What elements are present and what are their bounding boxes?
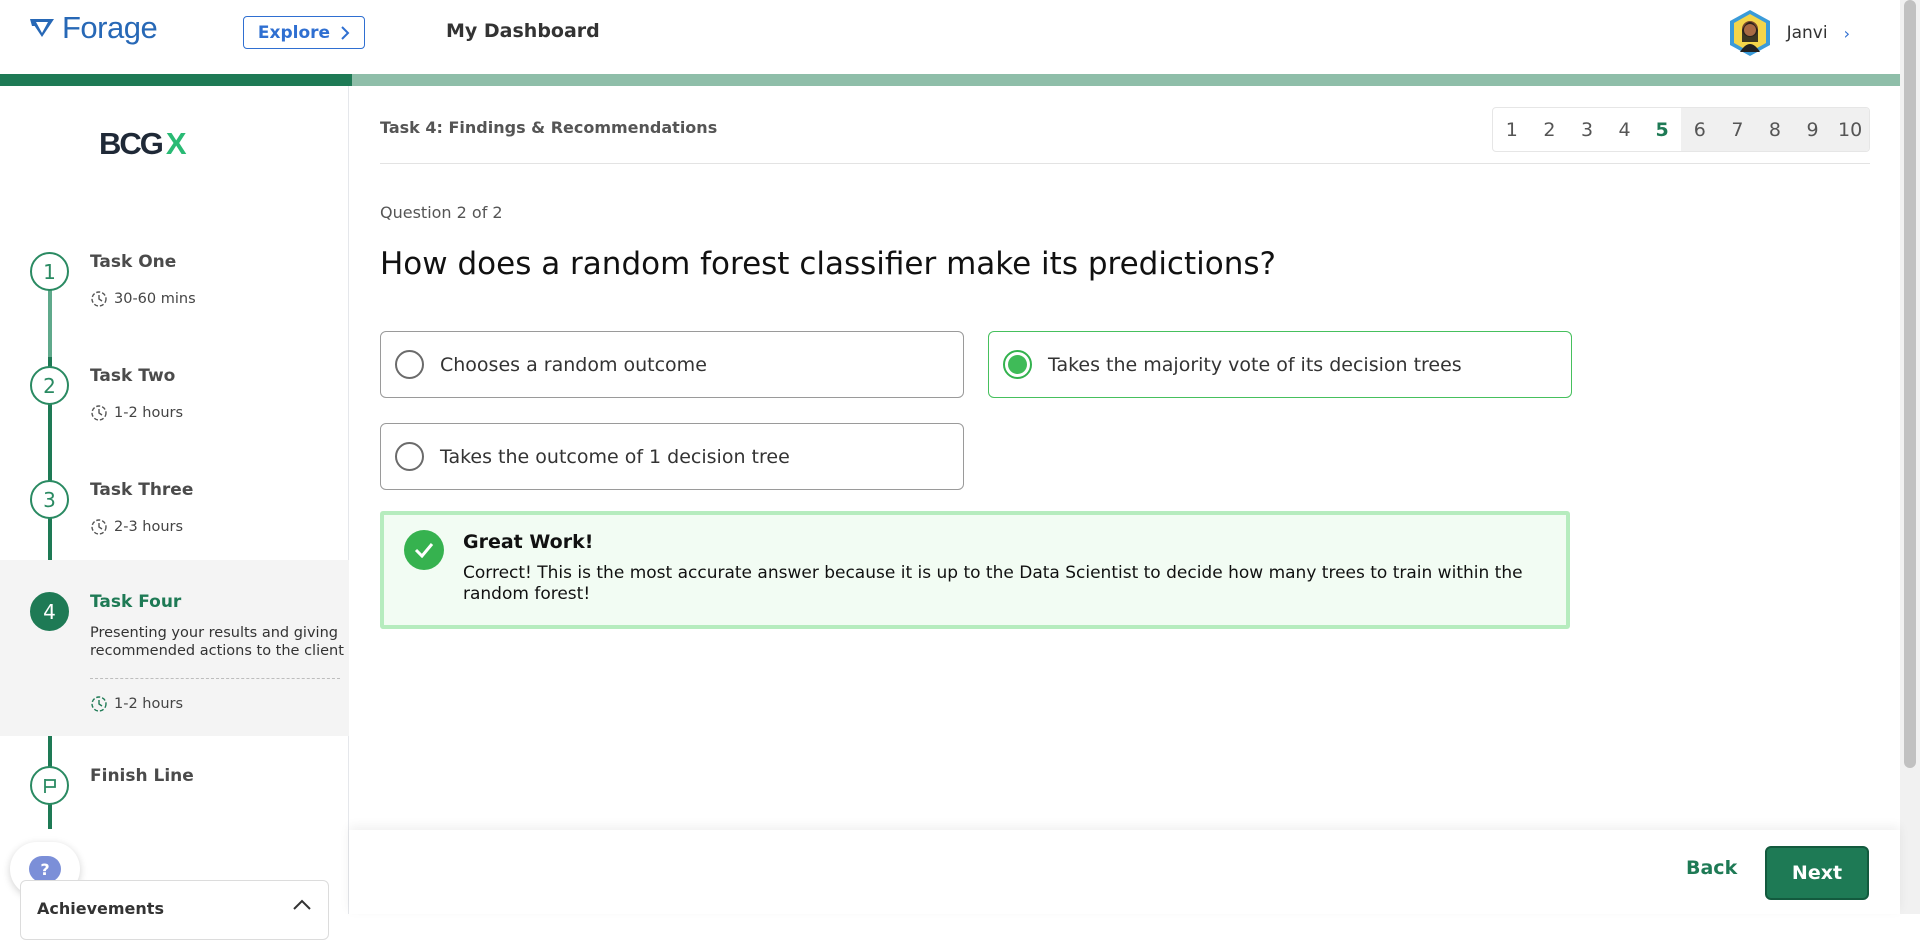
sidebar-item-task-four[interactable]: 4 Task Four Presenting your results and … (0, 560, 349, 736)
radio-button[interactable] (1003, 350, 1032, 379)
explore-button[interactable]: Explore (243, 16, 365, 49)
sidebar-item-task-two[interactable]: 2 Task Two 1-2 hours (0, 350, 349, 460)
task-number-badge: 1 (30, 252, 69, 291)
chevron-up-icon (293, 899, 311, 910)
course-progress-bar (0, 74, 1900, 86)
page-2-button[interactable]: 2 (1531, 108, 1569, 151)
explore-button-label: Explore (257, 22, 331, 43)
answer-option-2[interactable]: Takes the majority vote of its decision … (988, 331, 1572, 398)
timer-icon (91, 291, 107, 307)
task-name: Task Three (90, 480, 194, 500)
task-name: Task Two (90, 366, 176, 386)
task-duration: 30-60 mins (90, 290, 196, 308)
page-1-button[interactable]: 1 (1493, 108, 1531, 151)
task-duration-text: 1-2 hours (114, 696, 184, 712)
chevron-right-icon (341, 25, 350, 40)
user-menu[interactable]: Janvi › (1725, 8, 1850, 58)
sidebar-item-finish-line[interactable]: Finish Line (0, 746, 349, 816)
help-chat-icon: ? (29, 856, 61, 882)
flag-icon (43, 778, 56, 793)
flag-badge (30, 766, 69, 805)
radio-button[interactable] (395, 442, 424, 471)
achievements-panel[interactable]: Achievements (20, 880, 329, 940)
page-3-button[interactable]: 3 (1568, 108, 1606, 151)
correct-answer-feedback: Great Work! Correct! This is the most ac… (380, 511, 1570, 629)
task-number-badge: 4 (30, 592, 69, 631)
achievements-title: Achievements (37, 899, 164, 918)
page-6-button[interactable]: 6 (1680, 108, 1719, 151)
answer-label: Takes the outcome of 1 decision tree (440, 445, 790, 468)
forage-logo[interactable]: Forage (28, 10, 158, 46)
task-duration-text: 2-3 hours (114, 519, 184, 535)
back-button[interactable]: Back (1686, 857, 1737, 879)
sidebar-item-task-one[interactable]: 1 Task One 30-60 mins (0, 236, 349, 346)
task-duration-text: 30-60 mins (114, 291, 196, 307)
feedback-message: Correct! This is the most accurate answe… (463, 563, 1523, 604)
navigation-footer: Back Next (349, 830, 1900, 914)
scrollbar-thumb[interactable] (1904, 0, 1916, 768)
task-duration-text: 1-2 hours (114, 405, 184, 421)
question-counter: Question 2 of 2 (380, 203, 503, 222)
task-duration: 1-2 hours (90, 404, 183, 422)
step-pagination: 1 2 3 4 5 6 7 8 9 10 (1492, 107, 1870, 152)
page-10-button[interactable]: 10 (1831, 108, 1869, 151)
task-sidebar: BCG X 1 Task One 30-60 mins 2 Task Two 1-… (0, 86, 349, 914)
my-dashboard-link[interactable]: My Dashboard (446, 20, 600, 42)
timer-icon (91, 696, 107, 712)
divider (90, 678, 340, 679)
forage-bird-icon (30, 19, 54, 37)
task-number-badge: 3 (30, 480, 69, 519)
page-8-button[interactable]: 8 (1756, 108, 1794, 151)
page-scrollbar[interactable] (1900, 0, 1920, 914)
page-9-button[interactable]: 9 (1793, 108, 1832, 151)
question-text: How does a random forest classifier make… (380, 246, 1276, 282)
next-button[interactable]: Next (1765, 846, 1869, 900)
answer-option-1[interactable]: Chooses a random outcome (380, 331, 964, 398)
task-name: Task Four (90, 592, 182, 612)
task-name: Task One (90, 252, 177, 272)
forage-logo-text: Forage (62, 10, 158, 45)
course-progress-fill (0, 74, 352, 86)
avatar (1729, 10, 1770, 56)
page-5-button[interactable]: 5 (1643, 108, 1681, 151)
radio-selected-dot (1008, 355, 1027, 374)
task-duration: 2-3 hours (90, 518, 183, 536)
finish-line-label: Finish Line (90, 766, 194, 786)
timer-icon (91, 519, 107, 535)
top-navigation-bar: Forage Explore My Dashboard Janvi › (0, 0, 1900, 74)
bcg-logo-main: BCG (99, 126, 164, 161)
radio-button[interactable] (395, 350, 424, 379)
timer-icon (91, 405, 107, 421)
checkmark-circle-icon (404, 530, 444, 570)
answer-label: Chooses a random outcome (440, 353, 707, 376)
chevron-right-icon: › (1843, 23, 1850, 43)
answer-option-3[interactable]: Takes the outcome of 1 decision tree (380, 423, 964, 490)
feedback-title: Great Work! (463, 531, 594, 553)
page-7-button[interactable]: 7 (1718, 108, 1757, 151)
bcg-logo-accent: X (165, 126, 187, 161)
bcg-x-logo: BCG X (99, 126, 187, 162)
check-icon (414, 543, 434, 558)
page-4-button[interactable]: 4 (1606, 108, 1644, 151)
task-description: Presenting your results and giving recom… (90, 625, 344, 659)
task-number-badge: 2 (30, 366, 69, 405)
answer-label: Takes the majority vote of its decision … (1048, 353, 1462, 376)
sidebar-item-task-three[interactable]: 3 Task Three 2-3 hours (0, 464, 349, 574)
user-name: Janvi (1786, 23, 1828, 43)
task-duration: 1-2 hours (90, 695, 183, 713)
task-title: Task 4: Findings & Recommendations (380, 118, 718, 137)
divider (380, 163, 1870, 164)
